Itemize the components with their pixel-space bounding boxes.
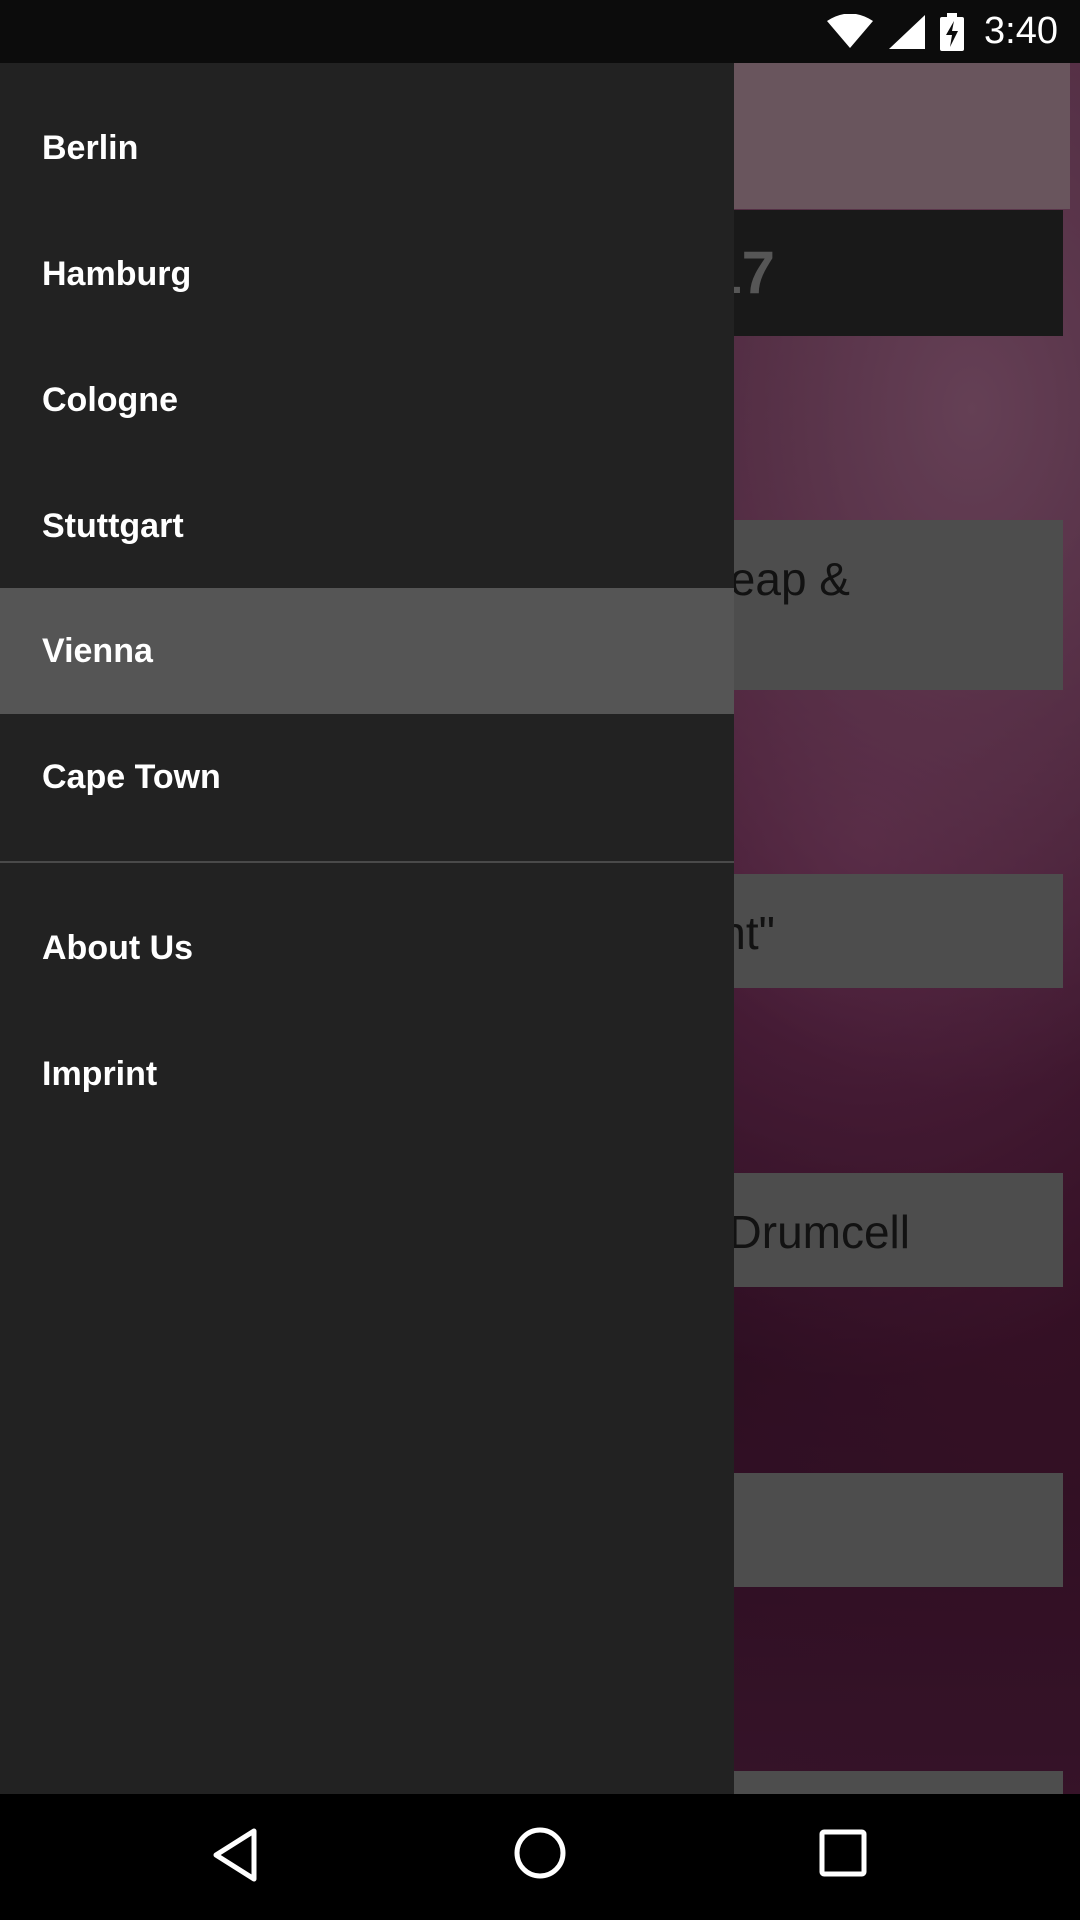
- home-icon[interactable]: [512, 1825, 568, 1886]
- wifi-icon: [826, 13, 874, 50]
- drawer-item-label: Vienna: [42, 631, 153, 670]
- drawer-item-label: Imprint: [42, 1054, 158, 1093]
- back-icon[interactable]: [212, 1827, 258, 1888]
- drawer-item-cologne[interactable]: Cologne: [0, 337, 734, 463]
- drawer-item-label: Cape Town: [42, 757, 221, 796]
- drawer-item-label: Berlin: [42, 128, 139, 167]
- drawer-item-imprint[interactable]: Imprint: [0, 1011, 734, 1137]
- drawer-divider: [0, 861, 734, 863]
- drawer-item-berlin[interactable]: Berlin: [0, 85, 734, 211]
- drawer-item-label: About Us: [42, 928, 194, 967]
- cell-signal-icon: [888, 14, 926, 50]
- drawer-item-hamburg[interactable]: Hamburg: [0, 211, 734, 337]
- drawer-item-label: Stuttgart: [42, 506, 184, 545]
- drawer-item-stuttgart[interactable]: Stuttgart: [0, 463, 734, 589]
- drawer-item-label: Hamburg: [42, 254, 192, 293]
- drawer-item-about-us[interactable]: About Us: [0, 885, 734, 1011]
- system-navigation-bar: [0, 1794, 1080, 1920]
- recents-icon[interactable]: [818, 1828, 868, 1883]
- drawer-item-vienna[interactable]: Vienna: [0, 588, 734, 714]
- status-bar: 3:40: [0, 0, 1080, 63]
- drawer-item-cape-town[interactable]: Cape Town: [0, 714, 734, 840]
- drawer-item-label: Cologne: [42, 380, 178, 419]
- clock: 3:40: [984, 10, 1058, 52]
- navigation-drawer: Berlin Hamburg Cologne Stuttgart Vienna …: [0, 63, 734, 1794]
- battery-charging-icon: [940, 12, 965, 51]
